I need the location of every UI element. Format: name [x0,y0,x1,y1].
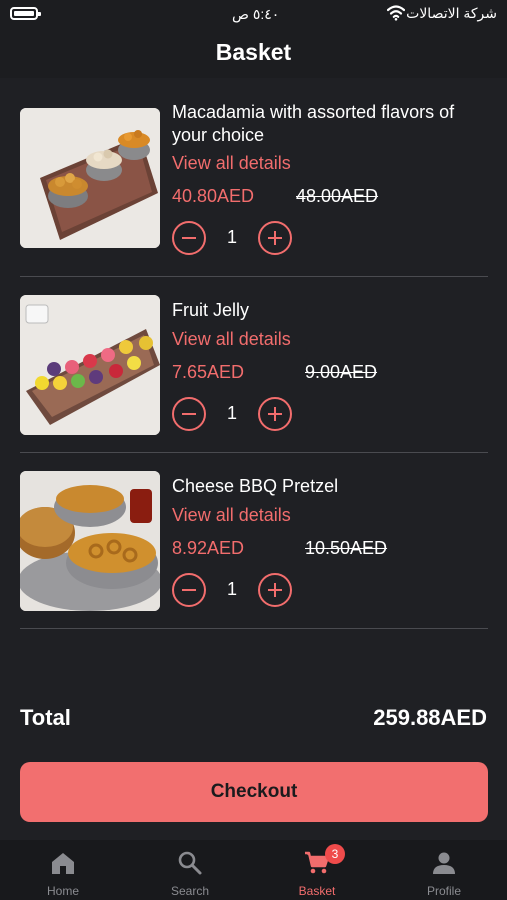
status-time: ٥:٤٠ ص [232,6,280,22]
total-value: 259.88AED [373,705,487,730]
decrease-quantity-button[interactable] [172,221,206,255]
tab-profile-label: Profile [426,884,461,898]
product-image-fruit-jelly[interactable] [20,295,160,435]
bottom-tab-bar: Home Search 3 Basket Profile [0,840,507,900]
quantity-stepper: 1 [172,397,322,431]
basket-item: Fruit Jelly View all details 7.65AED 9.0… [20,277,488,453]
tab-home-label: Home [46,884,79,898]
quantity-value: 1 [226,403,237,423]
quantity-stepper: 1 [172,221,322,255]
wifi-icon [387,5,405,21]
product-image-pretzel[interactable] [20,471,160,611]
page-title: Basket [215,39,292,65]
product-old-price: 10.50AED [305,538,388,558]
battery-icon [10,7,41,20]
tab-profile[interactable]: Profile [381,840,507,900]
view-details-link[interactable]: View all details [172,153,291,174]
tab-search[interactable]: Search [127,840,253,900]
decrease-quantity-button[interactable] [172,397,206,431]
increase-quantity-button[interactable] [258,221,292,255]
checkout-button[interactable]: Checkout [20,762,488,822]
tab-basket[interactable]: 3 Basket [254,840,380,900]
product-image-macadamia[interactable] [20,108,160,248]
quantity-value: 1 [226,227,237,247]
product-name: Fruit Jelly [172,300,250,320]
minus-icon [182,413,196,415]
minus-icon [182,589,196,591]
home-icon [52,853,74,874]
increase-quantity-button[interactable] [258,397,292,431]
product-old-price: 9.00AED [305,362,378,382]
status-carrier: شركة الاتصالات [406,5,497,21]
cart-count-badge: 3 [325,844,345,864]
tab-basket-label: Basket [298,884,336,898]
person-icon [433,852,455,874]
product-price: 40.80AED [172,186,255,206]
product-name: Macadamia with assorted flavors of your … [172,102,455,145]
total-label: Total [20,705,71,730]
search-icon [178,851,202,875]
quantity-value: 1 [226,579,237,599]
product-name: Cheese BBQ Pretzel [172,476,339,496]
increase-quantity-button[interactable] [258,573,292,607]
app-header: Basket [0,30,507,78]
basket-item: Macadamia with assorted flavors of your … [20,101,488,277]
status-bar: ٥:٤٠ ص شركة الاتصالات [0,0,507,30]
quantity-stepper: 1 [172,573,322,607]
decrease-quantity-button[interactable] [172,573,206,607]
product-price: 7.65AED [172,362,245,382]
product-old-price: 48.00AED [296,186,379,206]
tab-search-label: Search [170,884,210,898]
view-details-link[interactable]: View all details [172,329,291,350]
product-price: 8.92AED [172,538,245,558]
tab-home[interactable]: Home [0,840,126,900]
minus-icon [182,237,196,239]
basket-item: Cheese BBQ Pretzel View all details 8.92… [20,453,488,629]
view-details-link[interactable]: View all details [172,505,291,526]
